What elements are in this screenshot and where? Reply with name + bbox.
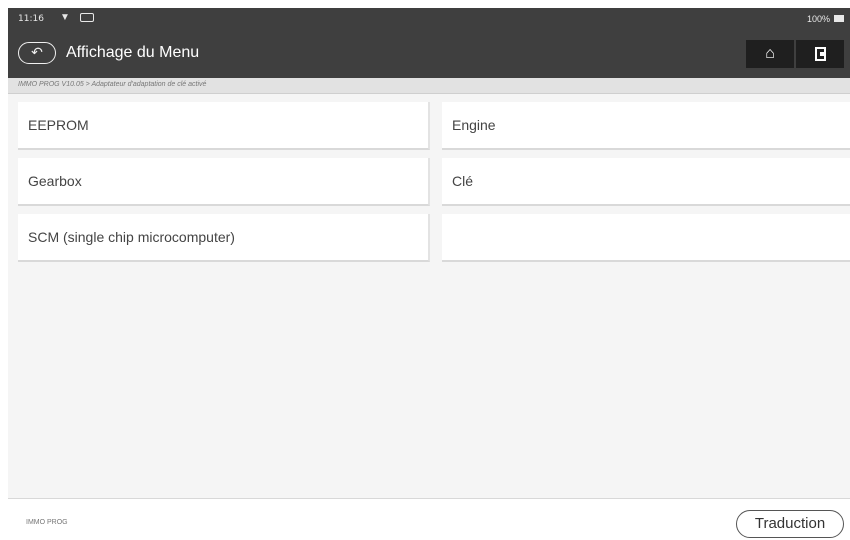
menu-item-cle[interactable]: Clé — [442, 158, 850, 206]
app-screen: 11:16 ▼ 100% ↶ Affichage du Menu ⌂ IMMO … — [0, 0, 850, 540]
status-time: 11:16 — [18, 14, 44, 24]
breadcrumb-bar: IMMO PROG V10.05 > Adaptateur d'adaptati… — [8, 78, 850, 94]
exit-icon — [814, 47, 826, 61]
back-icon: ↶ — [31, 44, 43, 60]
home-icon: ⌂ — [765, 45, 775, 62]
battery-icon — [834, 15, 844, 22]
menu-item-gearbox[interactable]: Gearbox — [18, 158, 430, 206]
wifi-icon: ▼ — [60, 12, 70, 23]
notification-icon — [80, 13, 94, 22]
breadcrumb: IMMO PROG V10.05 > Adaptateur d'adaptati… — [18, 81, 207, 88]
home-button[interactable]: ⌂ — [746, 40, 794, 68]
menu-item-empty — [442, 214, 850, 262]
menu-item-engine[interactable]: Engine — [442, 102, 850, 150]
page-title: Affichage du Menu — [66, 44, 200, 61]
exit-button[interactable] — [796, 40, 844, 68]
menu-item-scm[interactable]: SCM (single chip microcomputer) — [18, 214, 430, 262]
status-bar: 11:16 ▼ 100% — [8, 8, 850, 30]
battery-level: 100% — [806, 14, 830, 24]
footer-label: IMMO PROG — [26, 519, 68, 526]
title-bar: ↶ Affichage du Menu ⌂ — [8, 30, 850, 78]
menu-item-eeprom[interactable]: EEPROM — [18, 102, 430, 150]
footer-bar: IMMO PROG Traduction — [8, 498, 850, 540]
menu-area: EEPROM Engine Gearbox Clé SCM (single ch… — [8, 94, 850, 498]
translate-button[interactable]: Traduction — [736, 510, 844, 538]
top-bar: 11:16 ▼ 100% ↶ Affichage du Menu ⌂ — [8, 8, 850, 78]
back-button[interactable]: ↶ — [18, 42, 56, 64]
